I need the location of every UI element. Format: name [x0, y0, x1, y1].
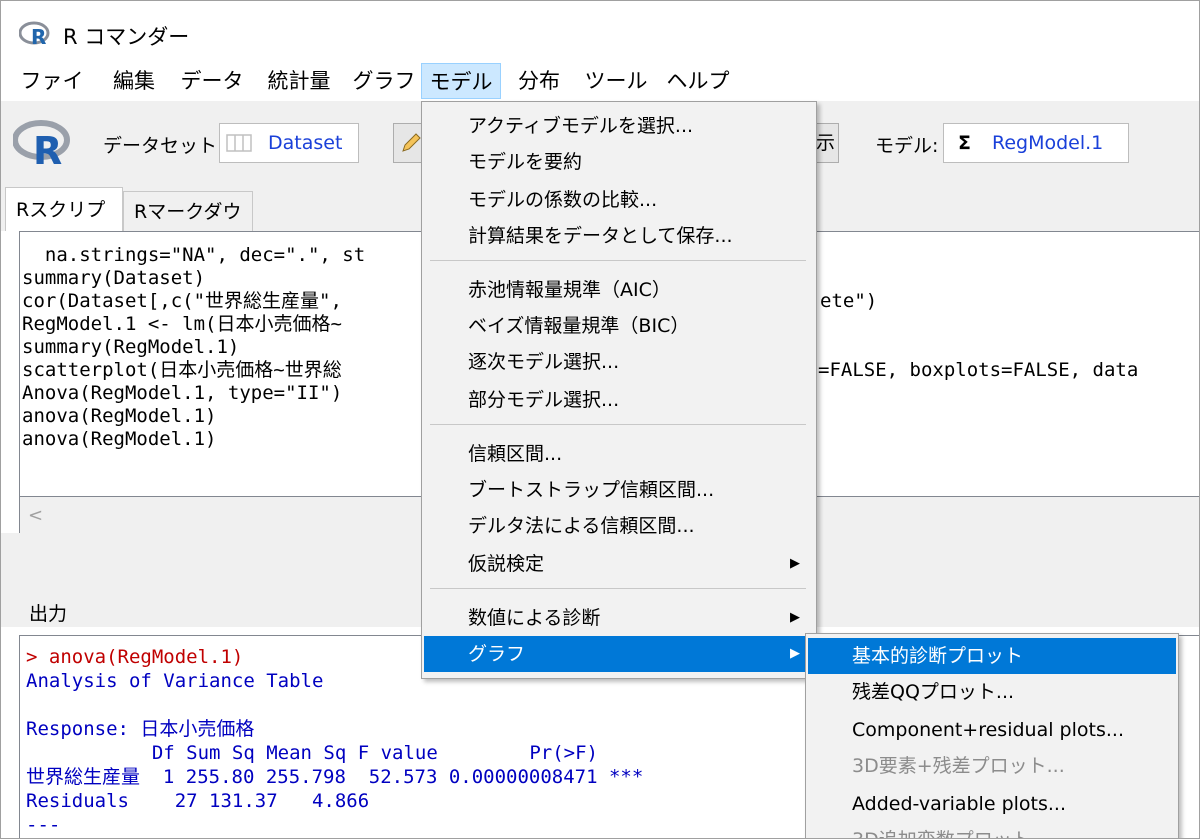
menu-item-label: 計算結果をデータとして保存...: [468, 225, 733, 247]
pencil-icon: [402, 133, 421, 152]
script-line: cor(Dataset[,c("世界総生産量",: [22, 290, 342, 312]
menu-item-bootstrap-ci[interactable]: ブートストラップ信頼区間...: [424, 472, 814, 508]
script-line: summary(RegModel.1): [22, 336, 240, 358]
script-line: Anova(RegModel.1, type="II"): [22, 382, 343, 404]
menu-item-bic[interactable]: ベイズ情報量規準（BIC）: [424, 308, 814, 344]
view-button-text: 示: [816, 132, 836, 154]
menu-item-label: 赤池情報量規準（AIC）: [468, 279, 671, 301]
models-menu: アクティブモデルを選択... モデルを要約 モデルの係数の比較... 計算結果を…: [421, 101, 817, 679]
output-label: 出力: [29, 603, 68, 625]
menu-item-label: 3D追加変数プロット...: [852, 829, 1049, 838]
script-line-fragment: ete"): [820, 290, 878, 312]
menu-item-label: モデルを要約: [468, 151, 583, 173]
model-name: RegModel.1: [992, 132, 1104, 154]
active-dataset-button[interactable]: Dataset: [219, 123, 359, 163]
dataset-label: データセット:: [103, 135, 224, 157]
menu-tools[interactable]: ツール: [581, 63, 651, 99]
scroll-left-arrow[interactable]: <: [28, 505, 43, 526]
menu-edit[interactable]: 編集: [105, 63, 163, 99]
output-line: Df Sum Sq Mean Sq F value Pr(>F): [26, 742, 598, 764]
menu-item-label: Component+residual plots...: [852, 719, 1124, 741]
output-line: ---: [26, 814, 61, 836]
menu-item-summarize-model[interactable]: モデルを要約: [424, 144, 814, 180]
menu-separator: [430, 588, 806, 589]
menu-item-label: グラフ: [468, 643, 526, 665]
menu-item-subset-selection[interactable]: 部分モデル選択...: [424, 382, 814, 418]
sigma-icon: Σ: [958, 132, 971, 154]
menu-help[interactable]: ヘルプ: [661, 63, 735, 99]
menu-distributions[interactable]: 分布: [509, 63, 569, 99]
menu-item-aic[interactable]: 赤池情報量規準（AIC）: [424, 272, 814, 308]
triangle-right-icon: ▶: [790, 610, 800, 625]
script-line: na.strings="NA", dec=".", st: [22, 244, 366, 266]
r-logo-icon: R: [19, 21, 50, 47]
menu-item-save-results[interactable]: 計算結果をデータとして保存...: [424, 218, 814, 254]
menu-item-numerical-diagnostics[interactable]: 数値による診断 ▶: [424, 600, 814, 636]
menu-item-label: 残差QQプロット...: [852, 681, 1015, 703]
title-bar: R R コマンダー: [1, 1, 1199, 63]
menu-separator: [430, 424, 806, 425]
menu-item-label: 仮説検定: [468, 553, 545, 575]
script-line: anova(RegModel.1): [22, 405, 217, 427]
r-commander-window: R R コマンダー ファイル 編集 データ 統計量 グラフ モデル 分布 ツール…: [0, 0, 1200, 839]
menu-item-confidence-intervals[interactable]: 信頼区間...: [424, 436, 814, 472]
output-line: Analysis of Variance Table: [26, 670, 324, 692]
output-line-command: > anova(RegModel.1): [26, 646, 244, 668]
script-line: scatterplot(日本小売価格~世界総: [22, 359, 342, 381]
menu-models[interactable]: モデル: [421, 63, 501, 99]
menu-item-residual-qq-plot[interactable]: 残差QQプロット...: [808, 674, 1176, 710]
menu-item-label: モデルの係数の比較...: [468, 189, 658, 211]
output-line: Residuals 27 131.37 4.866: [26, 790, 370, 812]
window-title: R コマンダー: [63, 25, 190, 49]
dataset-name: Dataset: [268, 132, 343, 154]
svg-text:R: R: [31, 25, 46, 47]
menu-item-stepwise-selection[interactable]: 逐次モデル選択...: [424, 344, 814, 380]
menu-bar: ファイル 編集 データ 統計量 グラフ モデル 分布 ツール ヘルプ: [1, 63, 1199, 129]
menu-item-basic-diagnostic-plots[interactable]: 基本的診断プロット: [808, 638, 1176, 674]
menu-item-label: 信頼区間...: [468, 443, 563, 465]
menu-item-label: 部分モデル選択...: [468, 389, 620, 411]
triangle-right-icon: ▶: [790, 646, 800, 661]
menu-item-label: 逐次モデル選択...: [468, 351, 620, 373]
output-line: Response: 日本小売価格: [26, 718, 255, 740]
menu-item-compare-coefficients[interactable]: モデルの係数の比較...: [424, 182, 814, 218]
menu-item-component-residual-plots[interactable]: Component+residual plots...: [808, 712, 1176, 748]
menu-separator: [430, 260, 806, 261]
script-line: summary(Dataset): [22, 267, 206, 289]
menu-item-label: ブートストラップ信頼区間...: [468, 479, 715, 501]
menu-item-graphs[interactable]: グラフ ▶: [424, 636, 814, 672]
menu-file[interactable]: ファイル: [11, 63, 93, 129]
menu-data[interactable]: データ: [177, 63, 247, 99]
menu-item-label: 3D要素+残差プロット...: [852, 755, 1065, 777]
triangle-right-icon: ▶: [790, 556, 800, 571]
tab-r-script[interactable]: Rスクリプト: [5, 187, 123, 265]
menu-item-delta-method-ci[interactable]: デルタ法による信頼区間...: [424, 508, 814, 544]
tab-r-markdown[interactable]: Rマークダウン: [123, 191, 253, 263]
menu-item-select-active-model[interactable]: アクティブモデルを選択...: [424, 108, 814, 144]
model-label: モデル:: [875, 135, 939, 157]
menu-item-label: ベイズ情報量規準（BIC）: [468, 315, 690, 337]
menu-statistics[interactable]: 統計量: [259, 63, 339, 99]
menu-item-added-variable-plots[interactable]: Added-variable plots...: [808, 786, 1176, 822]
table-icon: [226, 134, 252, 152]
menu-item-label: Added-variable plots...: [852, 793, 1067, 815]
script-line-fragment: =FALSE, boxplots=FALSE, data: [818, 359, 1139, 381]
active-model-button[interactable]: Σ RegModel.1: [943, 123, 1129, 163]
menu-item-label: デルタ法による信頼区間...: [468, 515, 695, 537]
script-line: anova(RegModel.1): [22, 428, 217, 450]
menu-item-label: 基本的診断プロット: [852, 645, 1024, 667]
menu-item-hypothesis-tests[interactable]: 仮説検定 ▶: [424, 546, 814, 582]
menu-graphs[interactable]: グラフ: [351, 63, 417, 99]
menu-item-3d-added-variable-plot: 3D追加変数プロット...: [808, 822, 1176, 838]
r-logo-icon: R: [13, 120, 70, 168]
output-line: 世界総生産量 1 255.80 255.798 52.573 0.0000000…: [26, 766, 644, 788]
script-line: RegModel.1 <- lm(日本小売価格~: [22, 313, 342, 335]
graphs-submenu: 基本的診断プロット 残差QQプロット... Component+residual…: [805, 633, 1179, 838]
menu-item-label: アクティブモデルを選択...: [468, 115, 694, 137]
menu-item-label: 数値による診断: [468, 607, 601, 629]
menu-item-3d-component-residual-plot: 3D要素+残差プロット...: [808, 748, 1176, 784]
svg-text:R: R: [33, 129, 62, 168]
